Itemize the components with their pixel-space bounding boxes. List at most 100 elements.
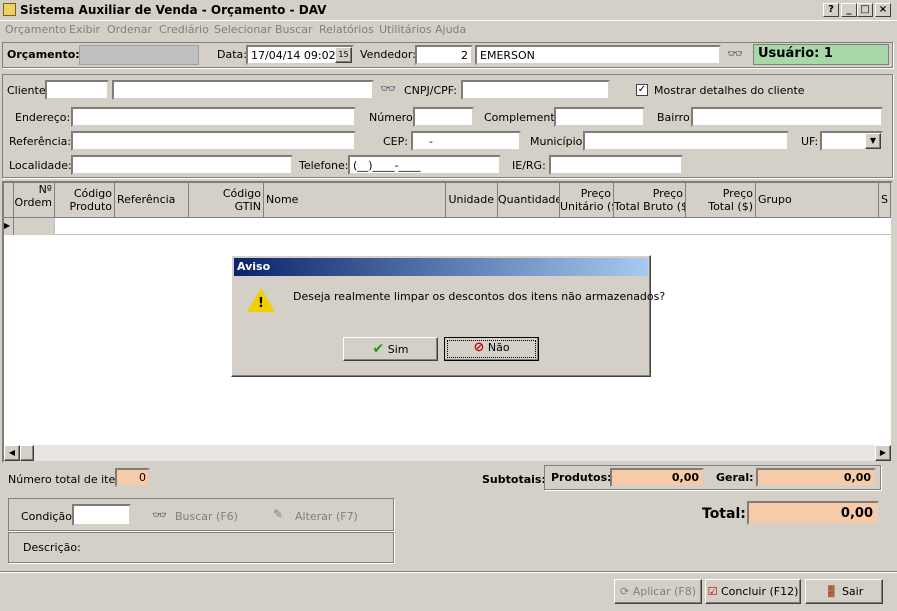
menu-ordenar[interactable]: Ordenar	[107, 23, 152, 36]
col-preco-total-l2: Total ($)	[708, 200, 753, 213]
geral-label: Geral:	[716, 471, 754, 484]
horizontal-scrollbar[interactable]	[4, 445, 891, 461]
bairro-field[interactable]	[691, 107, 883, 127]
nao-button[interactable]: ⊘ Não	[444, 337, 539, 361]
orcamento-field	[79, 45, 199, 65]
sair-button[interactable]: 🚪 Sair	[805, 579, 883, 604]
menu-relatorios[interactable]: Relatórios	[319, 23, 374, 36]
col-referencia[interactable]: Referência	[115, 183, 189, 218]
vendedor-name: EMERSON	[480, 49, 535, 62]
col-codigo-produto[interactable]: Código Produto	[55, 183, 115, 218]
usuario-badge: Usuário: 1	[753, 44, 889, 65]
municipio-label: Município:	[530, 135, 587, 148]
aplicar-button[interactable]: ⟳ Aplicar (F8)	[614, 579, 702, 604]
concluir-icon: ☑	[707, 585, 718, 598]
cnpj-field[interactable]	[461, 80, 610, 100]
row-cell-selected[interactable]	[14, 218, 55, 235]
col-codigo-gtin-l1: Código	[222, 187, 261, 200]
col-nome[interactable]: Nome	[264, 183, 446, 218]
descricao-label: Descrição:	[23, 541, 81, 554]
telefone-field[interactable]: (__)____-____	[348, 155, 501, 175]
cliente-name-field[interactable]	[112, 80, 374, 100]
col-preco-total-bruto[interactable]: Preço Total Bruto ($)	[614, 183, 686, 218]
footer-divider	[0, 571, 897, 573]
maximize-button[interactable]: □	[857, 3, 873, 17]
data-label: Data:	[217, 48, 247, 61]
col-quantidade[interactable]: Quantidade	[498, 183, 560, 218]
municipio-field[interactable]	[583, 131, 789, 151]
cliente-code-field[interactable]	[45, 80, 109, 100]
minimize-button[interactable]: _	[841, 3, 857, 17]
col-codigo-gtin[interactable]: Código GTIN	[189, 183, 264, 218]
scroll-right-icon[interactable]: ▶	[875, 445, 891, 461]
mostrar-checkbox[interactable]: ✓	[636, 84, 648, 96]
telefone-label: Telefone:	[299, 159, 349, 172]
concluir-button[interactable]: ☑ Concluir (F12)	[705, 579, 801, 604]
menu-exibir[interactable]: Exibir	[69, 23, 100, 36]
title-bar: Sistema Auxiliar de Venda - Orçamento - …	[0, 0, 897, 21]
menu-crediario[interactable]: Crediário	[159, 23, 209, 36]
ie-label: IE/RG:	[512, 159, 546, 172]
table-row[interactable]	[14, 218, 891, 235]
col-unidade[interactable]: Unidade	[446, 183, 498, 218]
localidade-field[interactable]	[71, 155, 293, 175]
menu-selecionar[interactable]: Selecionar	[214, 23, 272, 36]
uf-dropdown-icon[interactable]: ▼	[865, 133, 881, 149]
complemento-field[interactable]	[554, 107, 645, 127]
col-nome-l1: Nome	[266, 193, 299, 206]
help-button[interactable]: ?	[823, 3, 839, 17]
numero-field[interactable]	[413, 107, 474, 127]
stop-icon: ⊘	[473, 340, 485, 355]
col-s[interactable]: S	[879, 183, 891, 218]
referencia-label: Referência:	[9, 135, 72, 148]
cep-field[interactable]: -	[411, 131, 521, 151]
vendedor-code-field[interactable]: 2	[415, 45, 473, 65]
produtos-field: 0,00	[610, 468, 704, 487]
col-codigo-produto-l1: Código	[73, 187, 112, 200]
close-button[interactable]: ×	[875, 3, 891, 17]
subtotais-label: Subtotais:	[482, 473, 546, 486]
menu-orcamento[interactable]: Orçamento	[5, 23, 66, 36]
col-preco-unitario-l2: Unitário ($)	[560, 200, 613, 213]
telefone-value: (__)____-____	[353, 159, 421, 172]
sim-button[interactable]: ✔ Sim	[343, 337, 438, 361]
menu-buscar[interactable]: Buscar	[275, 23, 313, 36]
menu-ajuda[interactable]: Ajuda	[435, 23, 466, 36]
col-nordem[interactable]: Nº Ordem	[14, 183, 55, 218]
condicao-field[interactable]	[72, 504, 131, 526]
vendedor-name-field[interactable]: EMERSON	[475, 45, 721, 65]
dialog-titlebar[interactable]: Aviso	[234, 258, 648, 276]
buscar-button[interactable]: Buscar (F6)	[175, 510, 238, 523]
scroll-thumb[interactable]	[20, 445, 34, 461]
cep-value: -	[429, 135, 433, 148]
col-preco-total[interactable]: Preço Total ($)	[686, 183, 756, 218]
geral-value: 0,00	[843, 471, 871, 484]
col-preco-unitario[interactable]: PreçoUnitário ($)	[560, 183, 614, 218]
vendedor-label: Vendedor:	[360, 48, 416, 61]
mostrar-label[interactable]: Mostrar detalhes do cliente	[654, 84, 805, 97]
endereco-label: Endereço:	[15, 111, 71, 124]
alterar-button[interactable]: Alterar (F7)	[295, 510, 358, 523]
uf-label: UF:	[801, 135, 819, 148]
data-value: 17/04/14 09:02	[251, 49, 336, 62]
door-icon: 🚪	[824, 585, 839, 598]
orcamento-label: Orçamento:	[7, 48, 80, 61]
numero-label: Número:	[369, 111, 417, 124]
col-grupo[interactable]: Grupo	[756, 183, 879, 218]
binoculars-icon[interactable]: 👓	[727, 47, 743, 62]
col-preco-total-bruto-l2: Total Bruto ($)	[614, 200, 686, 213]
menu-utilitarios[interactable]: Utilitários	[379, 23, 432, 36]
col-grupo-l1: Grupo	[758, 193, 792, 206]
usuario-text: Usuário: 1	[758, 46, 833, 61]
endereco-field[interactable]	[71, 107, 356, 127]
cliente-search-icon[interactable]: 👓	[380, 82, 396, 97]
total-field: 0,00	[747, 501, 879, 525]
referencia-field[interactable]	[71, 131, 356, 151]
ie-field[interactable]	[549, 155, 683, 175]
col-preco-total-l1: Preço	[722, 187, 753, 200]
col-nordem-l1: Nº	[38, 183, 52, 196]
col-unidade-l1: Unidade	[448, 193, 494, 206]
scroll-left-icon[interactable]: ◀	[4, 445, 20, 461]
condicao-label: Condição:	[21, 510, 76, 523]
calendar-button[interactable]: 15	[335, 47, 352, 63]
